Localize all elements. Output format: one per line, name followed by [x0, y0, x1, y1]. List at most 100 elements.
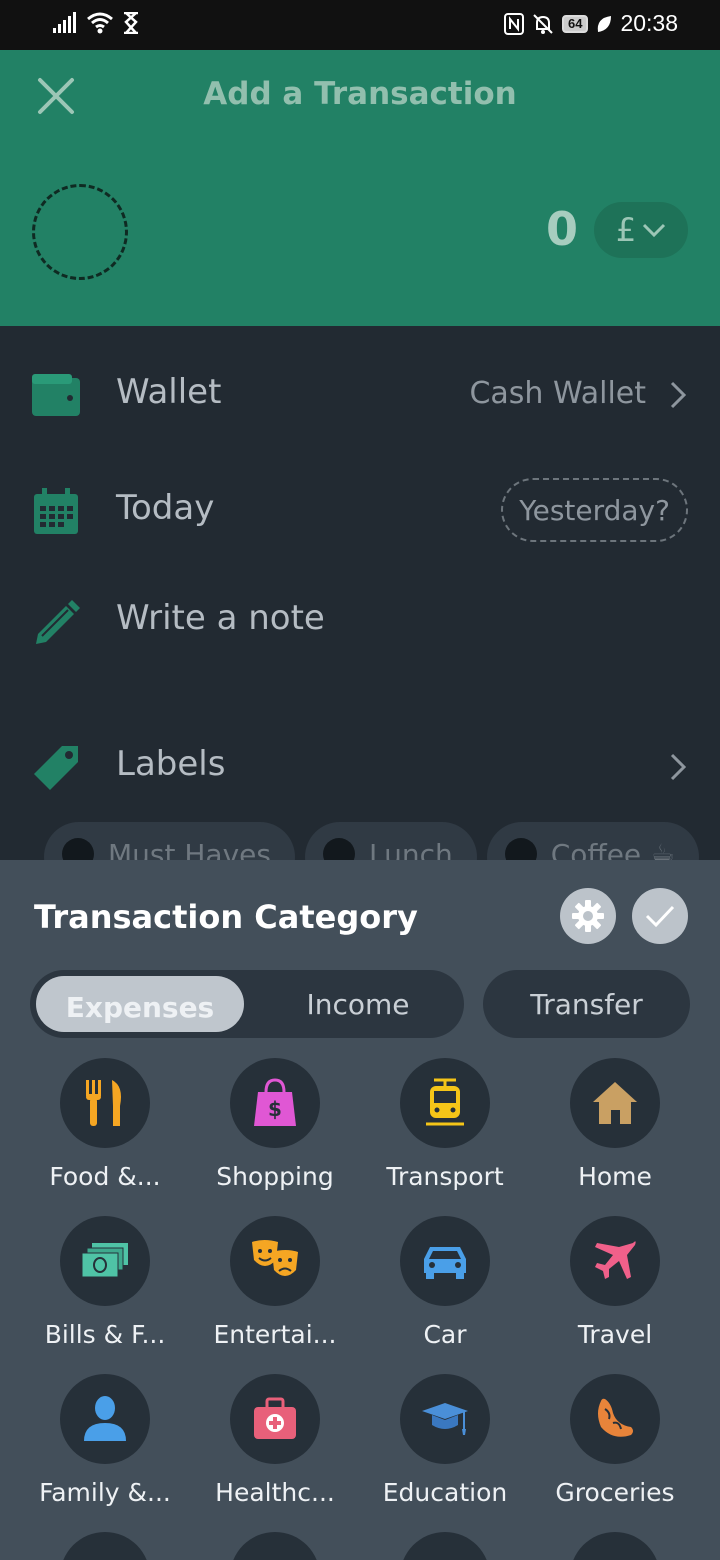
status-time: 20:38 — [620, 10, 678, 36]
wifi-icon — [87, 12, 113, 34]
shopping-bag-icon: $ — [254, 1078, 296, 1126]
status-right: 64 20:38 — [503, 10, 678, 37]
category-type-toggle: Expenses Income — [30, 970, 464, 1038]
settings-button[interactable] — [560, 888, 616, 944]
pencil-icon — [36, 600, 80, 644]
hourglass-icon — [124, 12, 138, 34]
tab-income[interactable]: Income — [258, 970, 458, 1038]
tab-transfer[interactable]: Transfer — [483, 970, 690, 1038]
calendar-icon — [34, 488, 78, 534]
wallet-row[interactable]: Wallet Cash Wallet — [0, 354, 720, 434]
labels-label: Labels — [116, 744, 226, 784]
yesterday-button[interactable]: Yesterday? — [501, 478, 688, 542]
category-icon-circle — [60, 1532, 150, 1560]
category-icon-circle — [570, 1532, 660, 1560]
nfc-icon — [503, 12, 524, 35]
category-item-partial[interactable] — [190, 1532, 360, 1560]
add-photo-button[interactable] — [32, 184, 128, 280]
croissant-icon — [598, 1398, 633, 1437]
category-item-home[interactable]: Home — [530, 1058, 700, 1191]
check-icon — [645, 905, 675, 928]
wallet-label: Wallet — [116, 372, 222, 412]
graduation-cap-icon — [422, 1403, 468, 1435]
signal-icon — [53, 12, 76, 33]
currency-selector[interactable]: £ — [594, 202, 688, 258]
tag-icon — [34, 746, 78, 790]
category-name: Car — [423, 1320, 467, 1349]
category-name: Shopping — [216, 1162, 334, 1191]
category-item-family[interactable]: Family &... — [20, 1374, 190, 1507]
note-row[interactable]: Write a note — [0, 580, 720, 660]
category-icon-circle — [570, 1216, 660, 1306]
category-item-transport[interactable]: Transport — [360, 1058, 530, 1191]
category-item-car[interactable]: Car — [360, 1216, 530, 1349]
chevron-down-icon — [643, 223, 666, 238]
category-name: Education — [382, 1478, 508, 1507]
category-item-partial[interactable] — [360, 1532, 530, 1560]
bills-icon — [81, 1243, 128, 1278]
status-bar: 64 20:38 — [0, 0, 720, 50]
chevron-right-icon — [670, 753, 687, 781]
medical-kit-icon — [254, 1397, 296, 1439]
category-name: Groceries — [555, 1478, 675, 1507]
chevron-right-icon — [670, 381, 687, 409]
confirm-button[interactable] — [632, 888, 688, 944]
note-input[interactable]: Write a note — [116, 598, 325, 638]
category-icon-circle — [60, 1216, 150, 1306]
svg-text:$: $ — [268, 1097, 282, 1121]
date-row[interactable]: Today Yesterday? — [0, 470, 720, 550]
theater-masks-icon — [252, 1240, 298, 1276]
tab-expenses[interactable]: Expenses — [36, 976, 244, 1032]
category-item-shopping[interactable]: $ Shopping — [190, 1058, 360, 1191]
category-item-travel[interactable]: Travel — [530, 1216, 700, 1349]
category-item-education[interactable]: Education — [360, 1374, 530, 1507]
category-icon-circle: $ — [230, 1058, 320, 1148]
category-item-entertainment[interactable]: Entertai... — [190, 1216, 360, 1349]
category-item-food[interactable]: Food &... — [20, 1058, 190, 1191]
amount-value[interactable]: 0 — [546, 202, 578, 256]
car-icon — [424, 1247, 466, 1279]
category-icon-circle — [570, 1058, 660, 1148]
category-icon-circle — [230, 1216, 320, 1306]
labels-row[interactable]: Labels — [0, 726, 720, 806]
home-icon — [593, 1082, 637, 1124]
tram-icon — [426, 1078, 464, 1126]
category-name: Entertai... — [213, 1320, 337, 1349]
category-name: Family &... — [39, 1478, 171, 1507]
page-title: Add a Transaction — [203, 76, 517, 112]
category-name: Food &... — [49, 1162, 161, 1191]
category-name: Travel — [577, 1320, 653, 1349]
category-item-partial[interactable] — [20, 1532, 190, 1560]
category-icon-circle — [400, 1216, 490, 1306]
category-icon-circle — [230, 1532, 320, 1560]
category-icon-circle — [400, 1374, 490, 1464]
date-label: Today — [116, 488, 215, 528]
food-icon — [86, 1080, 121, 1126]
category-name: Bills & F... — [44, 1320, 166, 1349]
airplane-icon — [595, 1241, 636, 1279]
category-item-groceries[interactable]: Groceries — [530, 1374, 700, 1507]
category-icon-circle — [60, 1374, 150, 1464]
battery-indicator: 64 — [561, 14, 589, 33]
category-item-bills[interactable]: Bills & F... — [20, 1216, 190, 1349]
gear-icon — [572, 900, 604, 932]
category-icon-circle — [60, 1058, 150, 1148]
category-icon-circle — [570, 1374, 660, 1464]
category-item-healthcare[interactable]: Healthc... — [190, 1374, 360, 1507]
category-icon-circle — [400, 1058, 490, 1148]
category-name: Home — [578, 1162, 652, 1191]
category-item-partial[interactable] — [530, 1532, 700, 1560]
currency-symbol: £ — [615, 211, 637, 249]
category-name: Transport — [386, 1162, 504, 1191]
mute-bell-icon — [533, 13, 553, 34]
wallet-value: Cash Wallet — [469, 376, 646, 411]
category-icon-circle — [400, 1532, 490, 1560]
leaf-icon — [598, 15, 612, 32]
status-left — [52, 12, 140, 34]
transaction-header: Add a Transaction 0 £ — [0, 50, 720, 326]
category-name: Healthc... — [215, 1478, 335, 1507]
person-icon — [84, 1396, 126, 1441]
category-sheet: Transaction Category Expenses Income Tra… — [0, 860, 720, 1560]
sheet-title: Transaction Category — [34, 898, 418, 936]
wallet-icon — [32, 374, 80, 416]
